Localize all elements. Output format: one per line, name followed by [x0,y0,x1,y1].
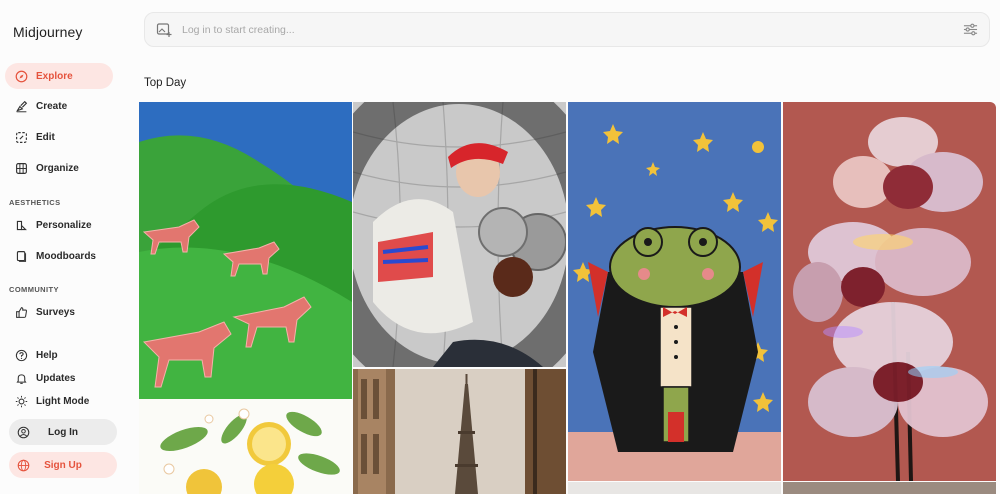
prompt-input[interactable] [182,23,942,36]
sidebar: Midjourney Explore Create Edit Organize [0,0,128,494]
gallery-image-orchids[interactable] [783,102,996,481]
compass-icon [14,69,28,83]
gallery-image-partial-2[interactable] [783,482,996,494]
bell-icon [14,371,28,385]
add-image-icon[interactable] [156,22,172,38]
section-title: Top Day [144,77,187,89]
gallery-image-eiffel-tower[interactable] [353,369,566,494]
sun-icon [14,394,28,408]
nav-personalize-label: Personalize [36,219,92,231]
gallery-image-horses[interactable] [139,102,352,399]
community-section-label: COMMUNITY [9,285,59,294]
moodboard-icon [14,249,28,263]
nav-surveys[interactable]: Surveys [5,299,113,325]
nav-explore[interactable]: Explore [5,63,113,89]
brush-icon [14,99,28,113]
nav-light-mode-label: Light Mode [36,395,90,407]
gallery-image-lemons[interactable] [139,399,352,494]
aesthetics-section-label: AESTHETICS [9,198,61,207]
nav-organize[interactable]: Organize [5,155,113,181]
nav-edit[interactable]: Edit [5,124,113,150]
edit-image-icon [14,130,28,144]
nav-updates-label: Updates [36,372,76,384]
gallery-image-kitchen-portrait[interactable] [353,102,566,367]
nav-organize-label: Organize [36,162,79,174]
grid-icon [14,161,28,175]
nav-explore-label: Explore [36,70,73,82]
nav-create-label: Create [36,100,68,112]
gallery-image-partial-1[interactable] [568,482,781,494]
nav-moodboards[interactable]: Moodboards [5,243,113,269]
gallery-image-frog[interactable] [568,102,781,481]
login-button[interactable]: Log In [9,419,117,445]
app-root: Midjourney Explore Create Edit Organize [0,0,1000,494]
nav-moodboards-label: Moodboards [36,250,96,262]
personalize-icon [14,218,28,232]
user-circle-icon [17,426,30,439]
nav-personalize[interactable]: Personalize [5,212,113,238]
prompt-bar[interactable] [144,12,990,47]
help-icon [14,348,28,362]
nav-edit-label: Edit [36,131,55,143]
nav-create[interactable]: Create [5,93,113,119]
nav-surveys-label: Surveys [36,306,75,318]
settings-sliders-icon[interactable] [963,22,978,37]
nav-light-mode[interactable]: Light Mode [5,388,113,414]
thumbs-up-icon [14,305,28,319]
signup-button[interactable]: Sign Up [9,452,117,478]
nav-help-label: Help [36,349,58,361]
globe-icon [17,459,30,472]
brand-logo[interactable]: Midjourney [13,24,82,40]
